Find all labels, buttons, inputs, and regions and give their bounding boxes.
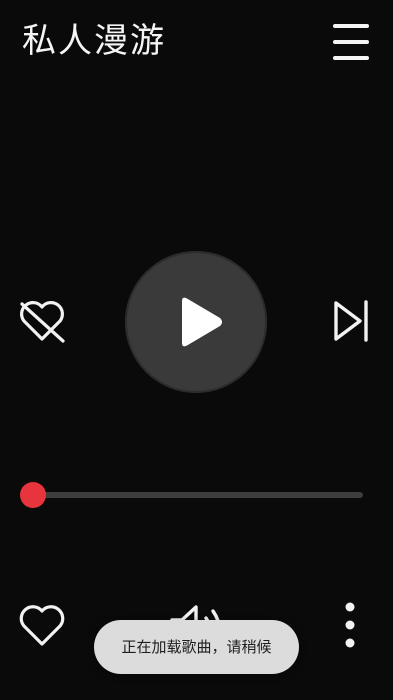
progress-track[interactable] [34,492,363,498]
next-button[interactable] [330,298,372,344]
play-button[interactable] [125,251,267,393]
menu-button[interactable] [330,22,372,62]
loading-toast: 正在加载歌曲，请稍候 [94,620,299,674]
progress-thumb[interactable] [20,482,46,508]
heart-outline-icon [19,605,65,646]
page-title: 私人漫游 [22,21,166,61]
menu-icon-bar [333,40,369,44]
menu-icon-bar [333,56,369,60]
like-button[interactable] [16,601,68,649]
more-vertical-icon [345,602,355,648]
heart-crossed-icon [20,301,65,343]
dislike-button[interactable] [16,297,68,345]
hamburger-menu-icon [333,24,369,28]
play-icon [182,297,222,347]
skip-next-icon [334,300,368,342]
more-button[interactable] [336,600,364,650]
